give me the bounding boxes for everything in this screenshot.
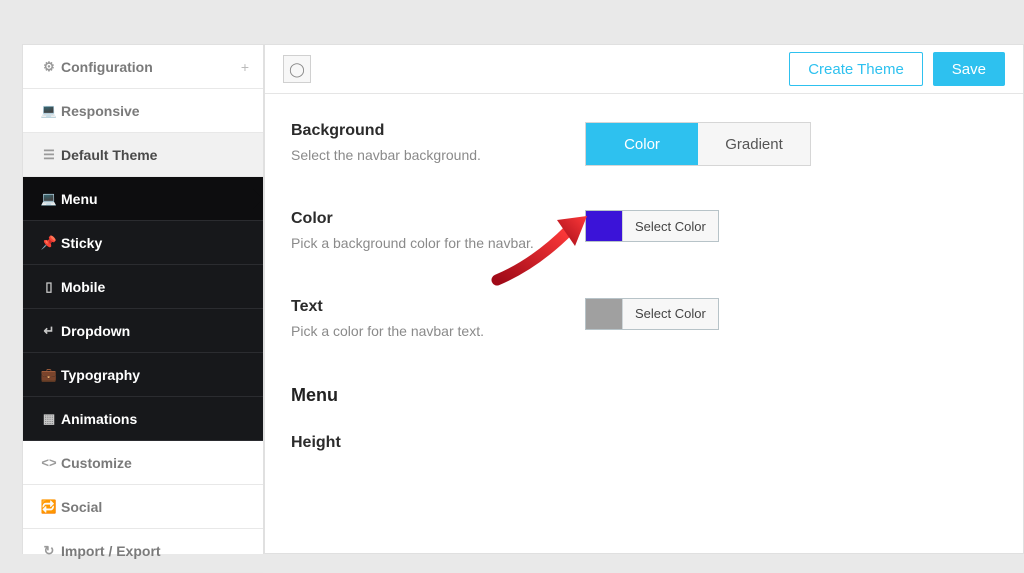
setting-title: Background <box>291 122 585 140</box>
sidebar-item-responsive[interactable]: 💻 Responsive <box>23 89 263 133</box>
section-heading-menu: Menu <box>291 385 997 406</box>
sidebar-item-dropdown[interactable]: ↵ Dropdown <box>23 309 263 353</box>
setting-text: Text Pick a color for the navbar text. S… <box>291 298 997 342</box>
select-color-button[interactable]: Select Color <box>622 299 718 329</box>
code-icon: <> <box>37 455 61 470</box>
sidebar-item-mobile[interactable]: ▯ Mobile <box>23 265 263 309</box>
monitor-icon: 💻 <box>37 191 61 207</box>
sidebar-item-label: Menu <box>61 191 98 207</box>
film-icon: ▦ <box>37 411 61 427</box>
sidebar-item-label: Customize <box>61 455 132 471</box>
sidebar-item-label: Mobile <box>61 279 105 295</box>
sidebar-item-label: Default Theme <box>61 147 157 163</box>
sidebar-item-label: Social <box>61 499 102 515</box>
setting-desc: Pick a background color for the navbar. <box>291 234 541 254</box>
pin-icon: 📌 <box>37 235 61 251</box>
save-button[interactable]: Save <box>933 52 1005 86</box>
refresh-icon: ↻ <box>37 543 61 559</box>
setting-desc: Select the navbar background. <box>291 146 541 166</box>
sidebar-item-label: Typography <box>61 367 140 383</box>
sidebar-item-menu[interactable]: 💻 Menu <box>23 177 263 221</box>
expand-icon: + <box>241 59 249 75</box>
toggle-option-color[interactable]: Color <box>586 123 698 165</box>
setting-title: Height <box>291 434 585 452</box>
sidebar-item-label: Animations <box>61 411 137 427</box>
sidebar-item-sticky[interactable]: 📌 Sticky <box>23 221 263 265</box>
color-picker-text[interactable]: Select Color <box>585 298 719 330</box>
layout-icon[interactable]: ◯ <box>283 55 311 83</box>
setting-color: Color Pick a background color for the na… <box>291 210 997 254</box>
monitor-icon: 💻 <box>37 103 61 119</box>
sidebar-item-animations[interactable]: ▦ Animations <box>23 397 263 441</box>
create-theme-button[interactable]: Create Theme <box>789 52 923 86</box>
toolbar: ◯ Create Theme Save <box>265 45 1023 94</box>
share-icon: 🔁 <box>37 499 61 515</box>
select-color-button[interactable]: Select Color <box>622 211 718 241</box>
color-swatch <box>586 211 622 241</box>
background-toggle: Color Gradient <box>585 122 811 166</box>
phone-icon: ▯ <box>37 279 61 295</box>
app-root: ⚙ Configuration + 💻 Responsive ☰ Default… <box>0 0 1024 554</box>
sidebar-item-import-export[interactable]: ↻ Import / Export <box>23 529 263 573</box>
setting-background: Background Select the navbar background.… <box>291 122 997 166</box>
setting-desc: Pick a color for the navbar text. <box>291 322 541 342</box>
case-icon: 💼 <box>37 367 61 383</box>
sidebar-item-customize[interactable]: <> Customize <box>23 441 263 485</box>
color-picker-background[interactable]: Select Color <box>585 210 719 242</box>
sidebar-item-typography[interactable]: 💼 Typography <box>23 353 263 397</box>
sidebar-item-label: Dropdown <box>61 323 130 339</box>
content-area: Background Select the navbar background.… <box>265 94 1023 458</box>
sidebar: ⚙ Configuration + 💻 Responsive ☰ Default… <box>22 44 264 554</box>
sidebar-item-configuration[interactable]: ⚙ Configuration + <box>23 45 263 89</box>
gear-icon: ⚙ <box>37 59 61 75</box>
sidebar-item-label: Sticky <box>61 235 102 251</box>
sidebar-item-social[interactable]: 🔁 Social <box>23 485 263 529</box>
setting-title: Color <box>291 210 585 228</box>
toggle-option-gradient[interactable]: Gradient <box>698 123 810 165</box>
list-icon: ☰ <box>37 147 61 163</box>
sidebar-item-default-theme[interactable]: ☰ Default Theme <box>23 133 263 177</box>
main-panel: ◯ Create Theme Save Background Select th… <box>264 44 1024 554</box>
sidebar-item-label: Configuration <box>61 59 153 75</box>
sidebar-item-label: Responsive <box>61 103 140 119</box>
sidebar-item-label: Import / Export <box>61 543 161 559</box>
setting-title: Text <box>291 298 585 316</box>
setting-height: Height <box>291 434 997 458</box>
return-icon: ↵ <box>37 323 61 339</box>
color-swatch <box>586 299 622 329</box>
